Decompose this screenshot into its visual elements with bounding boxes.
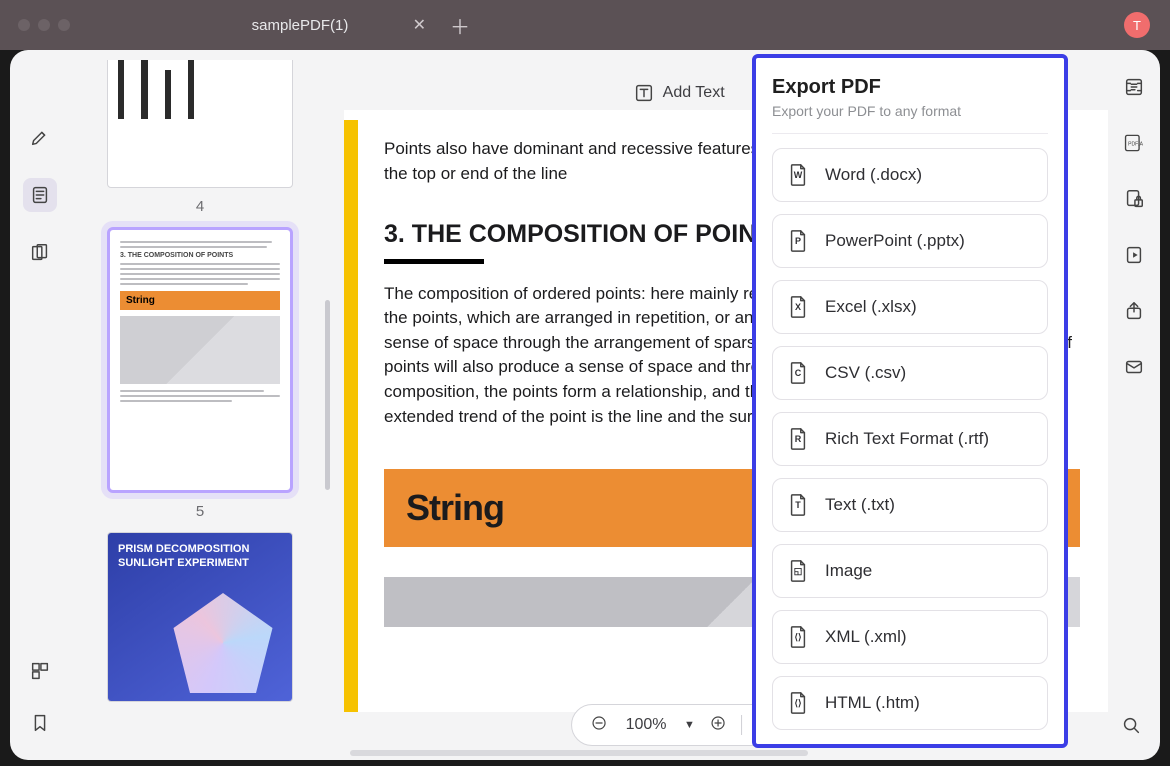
app-window: 4 3. THE COMPOSITION OF POINTS String 5 xyxy=(10,50,1160,760)
horizontal-scrollbar[interactable] xyxy=(350,750,808,756)
play-file-icon xyxy=(1123,244,1145,266)
band-title: String xyxy=(406,482,504,534)
export-option-xls[interactable]: X Excel (.xlsx) xyxy=(772,280,1048,334)
zoom-out-icon xyxy=(590,714,608,732)
csv-icon: C xyxy=(787,361,809,385)
page-edge-accent xyxy=(344,120,358,712)
zoom-value[interactable]: 100% xyxy=(622,716,670,734)
bookmark-icon xyxy=(29,712,51,734)
add-text-label: Add Text xyxy=(663,84,725,102)
zoom-dropdown[interactable]: ▼ xyxy=(684,719,695,731)
document-area: Add Text A Points also have dominant and… xyxy=(330,50,1108,760)
encrypt-button[interactable] xyxy=(1121,186,1147,212)
mail-icon xyxy=(1123,356,1145,378)
notes-icon xyxy=(29,184,51,206)
form-fields-icon xyxy=(29,660,51,682)
title-bar: samplePDF(1) ✕ ＋ T xyxy=(0,0,1170,50)
thumbnail-page-4[interactable]: 4 xyxy=(105,60,295,215)
separator xyxy=(741,715,742,735)
thumb-title: PRISM DECOMPOSITION SUNLIGHT EXPERIMENT xyxy=(118,543,282,571)
export-title: Export PDF xyxy=(772,76,1048,99)
redact-tool[interactable] xyxy=(23,236,57,270)
export-option-ppt[interactable]: P PowerPoint (.pptx) xyxy=(772,214,1048,268)
search-button[interactable] xyxy=(1118,712,1144,738)
divider xyxy=(772,133,1048,134)
export-option-label: Excel (.xlsx) xyxy=(825,297,917,317)
ppt-icon: P xyxy=(787,229,809,253)
text-icon xyxy=(633,82,655,104)
xls-icon: X xyxy=(787,295,809,319)
export-option-xml[interactable]: ⟨⟩ XML (.xml) xyxy=(772,610,1048,664)
thumbnail-page-5[interactable]: 3. THE COMPOSITION OF POINTS String 5 xyxy=(105,227,295,520)
pdfa-icon: PDF/A xyxy=(1123,132,1145,154)
export-option-img[interactable]: ◱ Image xyxy=(772,544,1048,598)
new-tab-button[interactable]: ＋ xyxy=(440,11,480,40)
document-tab[interactable]: samplePDF(1) ✕ xyxy=(160,0,440,50)
thumbnail-page-6[interactable]: PRISM DECOMPOSITION SUNLIGHT EXPERIMENT xyxy=(105,532,295,702)
mail-button[interactable] xyxy=(1121,354,1147,380)
maximize-window-dot[interactable] xyxy=(58,19,70,31)
ocr-button[interactable] xyxy=(1121,74,1147,100)
export-option-txt[interactable]: T Text (.txt) xyxy=(772,478,1048,532)
ocr-icon xyxy=(1123,76,1145,98)
export-option-label: Word (.docx) xyxy=(825,165,922,185)
slideshow-button[interactable] xyxy=(1121,242,1147,268)
highlighter-tool[interactable] xyxy=(23,120,57,154)
export-option-rtf[interactable]: R Rich Text Format (.rtf) xyxy=(772,412,1048,466)
zoom-out-button[interactable] xyxy=(590,714,608,737)
pages-icon xyxy=(29,242,51,264)
export-option-html[interactable]: ⟨⟩ HTML (.htm) xyxy=(772,676,1048,730)
export-panel: Export PDF Export your PDF to any format… xyxy=(752,54,1068,748)
export-option-label: Rich Text Format (.rtf) xyxy=(825,429,989,449)
export-option-label: Text (.txt) xyxy=(825,495,895,515)
lock-file-icon xyxy=(1123,188,1145,210)
window-controls[interactable] xyxy=(18,19,70,31)
export-option-label: XML (.xml) xyxy=(825,627,907,647)
xml-icon: ⟨⟩ xyxy=(787,625,809,649)
bookmarks-tool[interactable] xyxy=(23,706,57,740)
pdfa-button[interactable]: PDF/A xyxy=(1121,130,1147,156)
rtf-icon: R xyxy=(787,427,809,451)
export-option-label: PowerPoint (.pptx) xyxy=(825,231,965,251)
search-icon xyxy=(1120,714,1142,736)
avatar-letter: T xyxy=(1133,18,1141,33)
export-subtitle: Export your PDF to any format xyxy=(772,103,1048,119)
html-icon: ⟨⟩ xyxy=(787,691,809,715)
export-option-label: CSV (.csv) xyxy=(825,363,906,383)
minimize-window-dot[interactable] xyxy=(38,19,50,31)
close-tab-icon[interactable]: ✕ xyxy=(413,15,426,35)
user-avatar[interactable]: T xyxy=(1124,12,1150,38)
right-tool-rail: PDF/A xyxy=(1108,50,1160,760)
left-tool-rail xyxy=(10,50,70,760)
thumb-band: String xyxy=(120,291,280,310)
thumbnail-number: 5 xyxy=(196,503,204,520)
highlighter-icon xyxy=(29,126,51,148)
thumbnail-number: 4 xyxy=(196,198,204,215)
zoom-in-icon xyxy=(709,714,727,732)
share-icon xyxy=(1123,300,1145,322)
share-button[interactable] xyxy=(1121,298,1147,324)
export-option-label: HTML (.htm) xyxy=(825,693,920,713)
img-icon: ◱ xyxy=(787,559,809,583)
txt-icon: T xyxy=(787,493,809,517)
close-window-dot[interactable] xyxy=(18,19,30,31)
thumbnail-panel: 4 3. THE COMPOSITION OF POINTS String 5 xyxy=(70,50,330,760)
form-fields-tool[interactable] xyxy=(23,654,57,688)
notes-tool[interactable] xyxy=(23,178,57,212)
export-option-label: Image xyxy=(825,561,872,581)
add-text-button[interactable]: Add Text xyxy=(633,82,725,104)
svg-text:PDF/A: PDF/A xyxy=(1128,142,1144,148)
word-icon: W xyxy=(787,163,809,187)
tab-title: samplePDF(1) xyxy=(252,17,349,34)
export-option-csv[interactable]: C CSV (.csv) xyxy=(772,346,1048,400)
export-option-word[interactable]: W Word (.docx) xyxy=(772,148,1048,202)
zoom-in-button[interactable] xyxy=(709,714,727,737)
heading-underline xyxy=(384,259,484,264)
